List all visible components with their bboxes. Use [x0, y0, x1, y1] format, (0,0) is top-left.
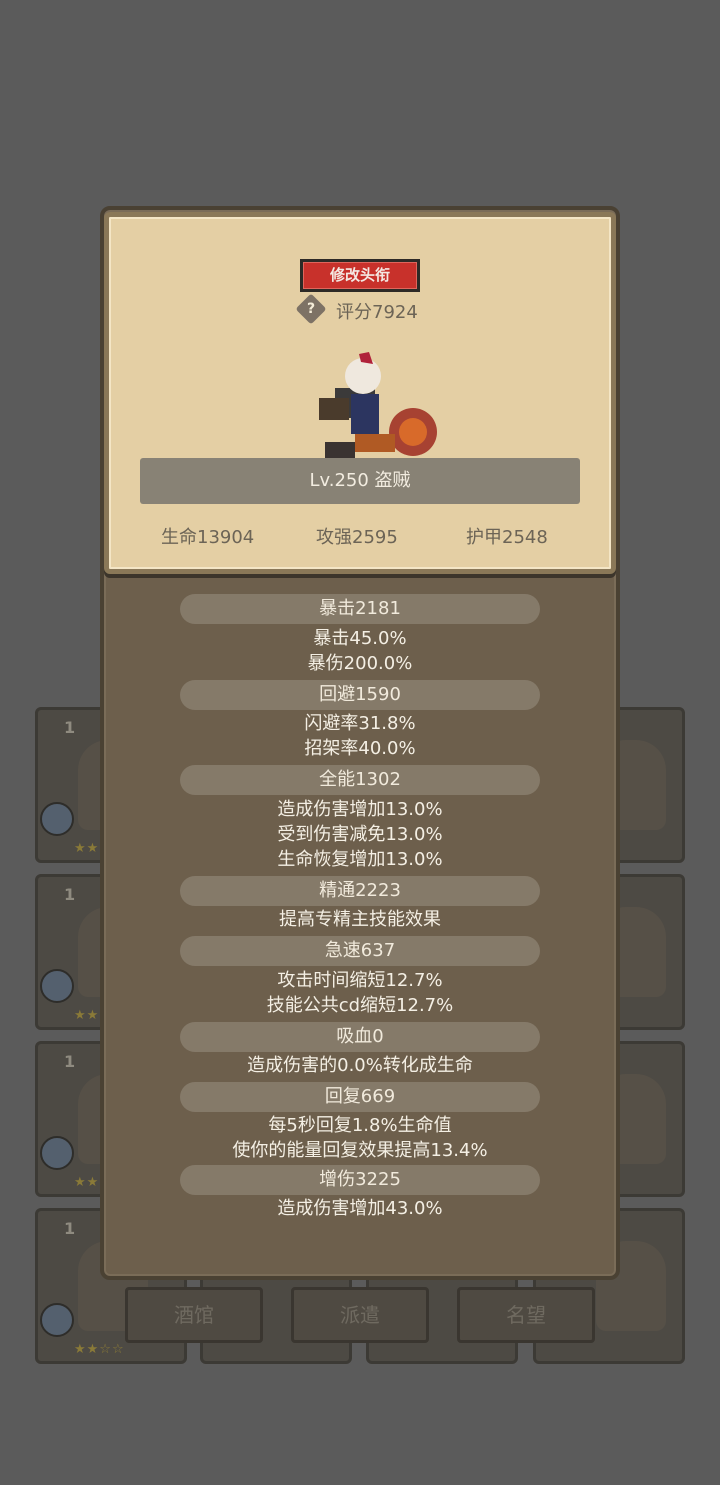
- dispatch-button[interactable]: 派遣: [291, 1287, 429, 1343]
- stat-header-lifesteal: 吸血0: [180, 1022, 540, 1052]
- reputation-button[interactable]: 名望: [457, 1287, 595, 1343]
- stat-header-versatility: 全能1302: [180, 765, 540, 795]
- armor-stat: 护甲2548: [466, 527, 548, 548]
- tavern-button[interactable]: 酒馆: [125, 1287, 263, 1343]
- class-orb-icon: [40, 1136, 74, 1170]
- stat-header-crit: 暴击2181: [180, 594, 540, 624]
- card-level: 1: [64, 885, 76, 904]
- stat-header-regen: 回复669: [180, 1082, 540, 1112]
- card-level: 1: [64, 1052, 76, 1071]
- stat-line: 暴伤200.0%: [307, 653, 413, 674]
- score-label: 评分7924: [336, 302, 418, 323]
- stat-line: 使你的能量回复效果提高13.4%: [232, 1140, 488, 1161]
- stat-line: 受到伤害减免13.0%: [277, 824, 443, 845]
- class-orb-icon: [40, 969, 74, 1003]
- hero-sprite: [319, 352, 437, 462]
- level-class-bar: Lv.250 盗贼: [140, 458, 580, 504]
- hp-stat: 生命13904: [161, 527, 255, 548]
- stat-header-haste: 急速637: [180, 936, 540, 966]
- stat-line: 招架率40.0%: [304, 738, 416, 759]
- stat-header-damage-bonus: 增伤3225: [180, 1165, 540, 1195]
- attack-stat: 攻强2595: [316, 527, 398, 548]
- stat-line: 攻击时间缩短12.7%: [277, 970, 443, 991]
- stat-line: 造成伤害增加13.0%: [277, 799, 443, 820]
- change-title-button[interactable]: 修改头衔: [300, 259, 420, 292]
- card-level: 1: [64, 718, 76, 737]
- stat-line: 提高专精主技能效果: [279, 909, 441, 930]
- stat-line: 生命恢复增加13.0%: [277, 849, 443, 870]
- stat-header-dodge: 回避1590: [180, 680, 540, 710]
- class-orb-icon: [40, 1303, 74, 1337]
- stat-line: 每5秒回复1.8%生命值: [268, 1115, 452, 1136]
- class-orb-icon: [40, 802, 74, 836]
- stat-line: 技能公共cd缩短12.7%: [266, 995, 454, 1016]
- stat-header-mastery: 精通2223: [180, 876, 540, 906]
- star-rating: ★★☆☆: [74, 1342, 125, 1357]
- card-level: 1: [64, 1219, 76, 1238]
- stat-line: 闪避率31.8%: [304, 713, 416, 734]
- stat-line: 暴击45.0%: [313, 628, 407, 649]
- stat-line: 造成伤害的0.0%转化成生命: [247, 1055, 473, 1076]
- stat-line: 造成伤害增加43.0%: [277, 1198, 443, 1219]
- help-icon[interactable]: ?: [295, 293, 327, 325]
